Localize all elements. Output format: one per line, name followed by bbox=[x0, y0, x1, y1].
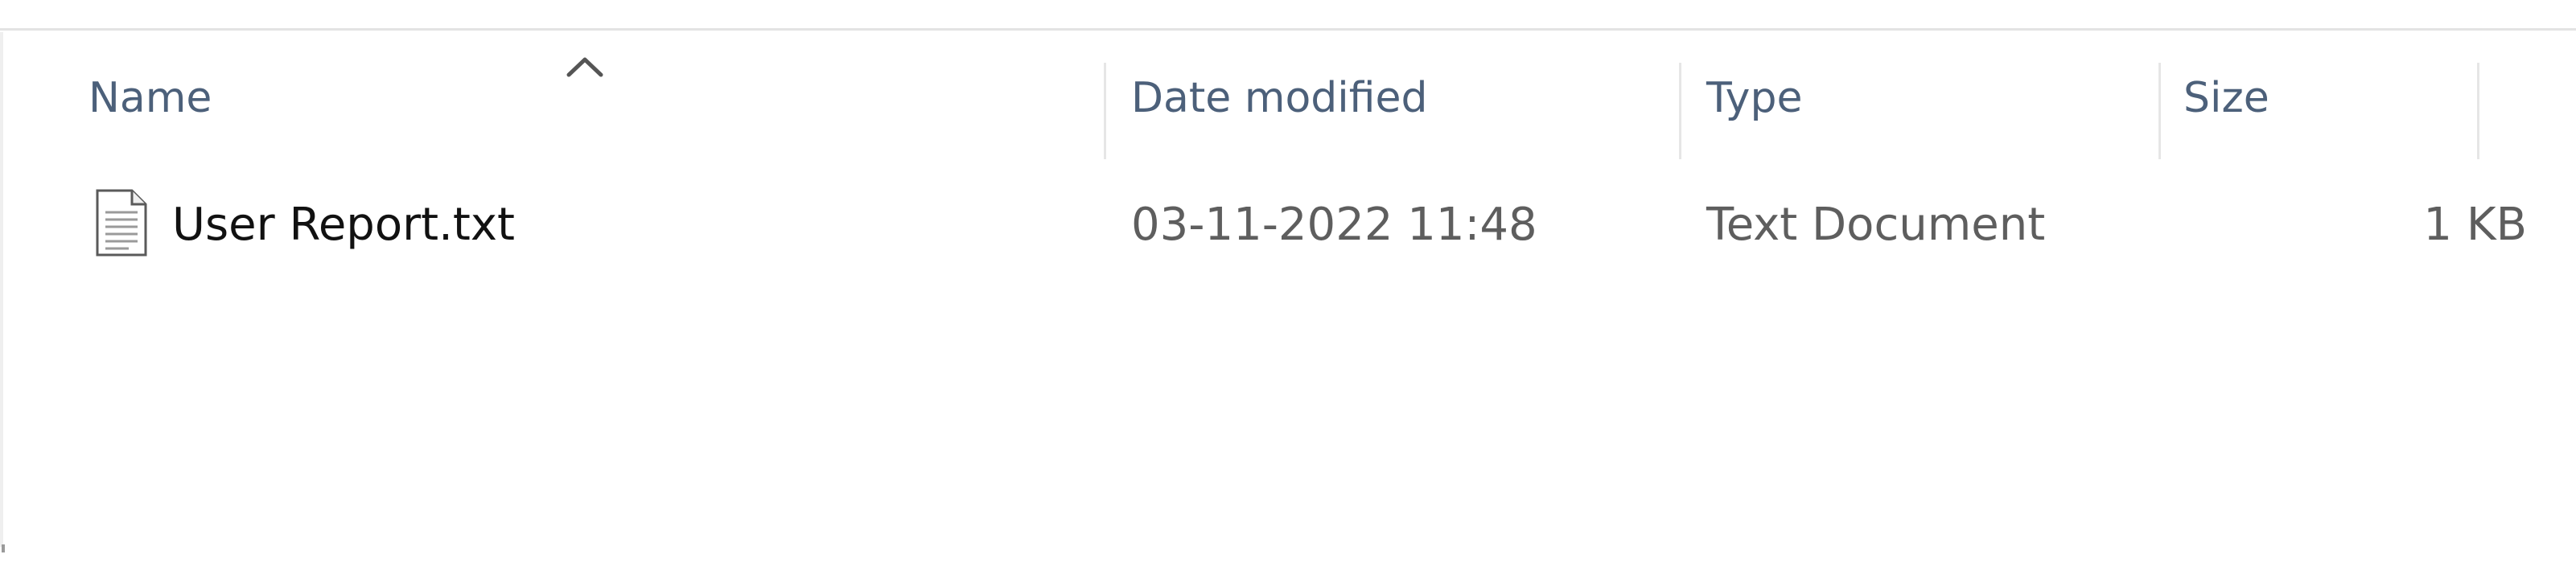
column-header-type[interactable]: Type bbox=[1706, 77, 1802, 119]
column-divider[interactable] bbox=[1104, 63, 1106, 159]
file-row[interactable]: User Report.txt 03-11-2022 11:48 Text Do… bbox=[77, 177, 2527, 273]
column-divider[interactable] bbox=[1679, 63, 1681, 159]
text-file-icon bbox=[96, 189, 147, 257]
navigation-pane-edge[interactable] bbox=[0, 32, 3, 547]
file-size: 1 KB bbox=[2423, 199, 2527, 251]
chevron-up-icon[interactable] bbox=[565, 55, 605, 79]
resize-handle-marker[interactable] bbox=[2, 544, 5, 552]
file-explorer-details-view: Name Date modified Type Size User Report… bbox=[0, 0, 2576, 579]
file-type: Text Document bbox=[1706, 199, 2046, 251]
file-name[interactable]: User Report.txt bbox=[172, 203, 515, 248]
column-header-date-modified[interactable]: Date modified bbox=[1131, 77, 1428, 119]
file-date-modified: 03-11-2022 11:48 bbox=[1131, 199, 1537, 251]
column-header-name[interactable]: Name bbox=[88, 77, 212, 119]
column-divider[interactable] bbox=[2477, 63, 2479, 159]
column-header-size[interactable]: Size bbox=[2183, 77, 2269, 119]
toolbar-divider bbox=[0, 28, 2576, 31]
column-divider[interactable] bbox=[2158, 63, 2161, 159]
